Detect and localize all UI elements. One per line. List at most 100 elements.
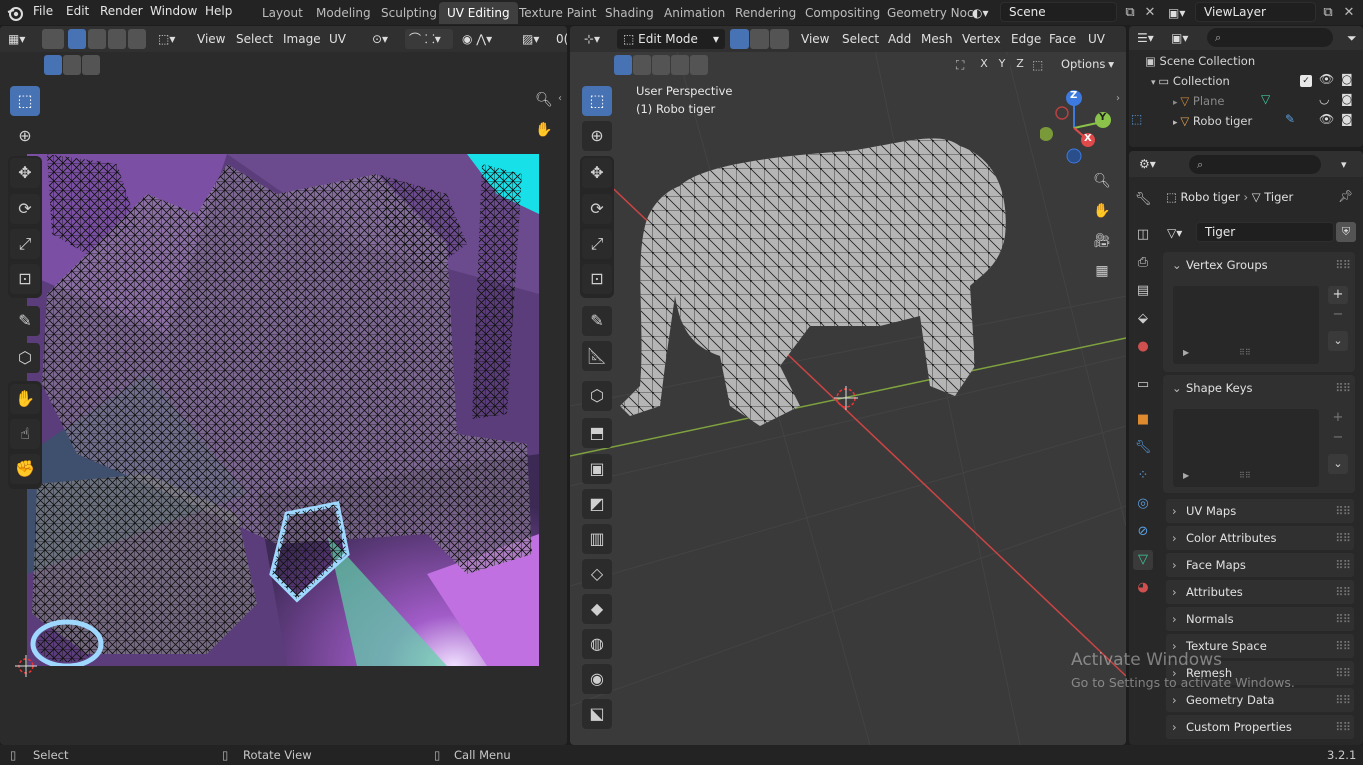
particles-properties-icon[interactable]: ⁘ [1133,466,1153,486]
outliner-search-input[interactable]: ⌕ [1207,28,1333,47]
perspective-toggle-icon[interactable]: ▦ [1090,259,1114,283]
viewport-menu-uv[interactable]: UV [1088,29,1105,49]
mode-select[interactable]: ⬚ Edit Mode ▾ [617,29,725,49]
bevel-tool[interactable]: ◩ [582,489,612,519]
uv-editor[interactable]: ▦▾ ⬚▾ View Select Image UV ⊙▾ ⌒ ⸬▾ ◉ ⋀▾ … [0,26,567,745]
viewport-menu-vertex[interactable]: Vertex [962,29,1001,49]
viewport-select-box-tool[interactable]: ⬚ [582,86,612,116]
drag-handle-icon[interactable]: ⠿⠿ [1335,688,1351,712]
viewport-collapse-icon[interactable]: › [1116,89,1126,109]
geometry-data-panel[interactable]: › Geometry Data ⠿⠿ [1166,688,1354,712]
list-expand-icon[interactable]: ▶ [1183,471,1189,480]
auto-merge-icon[interactable]: ⬚ [1032,56,1050,74]
viewport-move-tool[interactable]: ✥ [582,158,612,188]
properties-options-icon[interactable]: ▾ [1341,155,1357,175]
properties-editor-type-icon[interactable]: ⚙▾ [1139,154,1167,174]
uv-vertex-select-icon[interactable] [68,29,86,49]
render-camera-icon[interactable]: ◙ [1341,92,1353,106]
select-box-tool[interactable]: ⬚ [10,86,40,116]
collection-properties-icon[interactable]: ▭ [1133,375,1153,395]
rip-tool[interactable]: ⬡ [10,343,40,373]
viewport-rotate-tool[interactable]: ⟳ [582,194,612,224]
menu-file[interactable]: File [33,4,53,18]
tab-sculpting[interactable]: Sculpting [373,2,445,24]
drag-handle-icon[interactable]: ⠿⠿ [1335,634,1351,658]
menu-edit[interactable]: Edit [66,4,89,18]
uv-menu-select[interactable]: Select [236,29,273,49]
navigation-gizmo[interactable]: Z Y X [1039,88,1112,164]
uv-maps-panel[interactable]: › UV Maps ⠿⠿ [1166,499,1354,523]
rotate-tool[interactable]: ⟳ [10,194,40,224]
viewport-select-mode-invert[interactable] [671,55,689,75]
pan-hand-icon[interactable]: ✋ [532,118,556,142]
tab-geometry-nodes[interactable]: Geometry Noc [879,2,982,24]
render-camera-icon[interactable]: ◙ [1341,72,1353,86]
tab-rendering[interactable]: Rendering [727,2,804,24]
tab-texture-paint[interactable]: Texture Paint [511,2,604,24]
new-scene-icon[interactable]: ⧉ [1120,3,1140,23]
constraints-properties-icon[interactable]: ⊘ [1133,522,1153,542]
axis-y-toggle[interactable]: Y [994,55,1010,73]
filter-icon[interactable]: ⏷ [1347,28,1363,48]
add-cube-tool[interactable]: ⬡ [582,381,612,411]
outliner-row-scene-collection[interactable]: ▣ Scene Collection [1145,51,1345,71]
color-attributes-panel[interactable]: › Color Attributes ⠿⠿ [1166,526,1354,550]
viewport-select-mode-set[interactable] [614,55,632,75]
loop-cut-tool[interactable]: ▥ [582,524,612,554]
list-resize-icon[interactable]: ⠿⠿ [1239,348,1251,357]
menu-window[interactable]: Window [150,4,197,18]
breadcrumb-object[interactable]: Robo tiger [1181,190,1240,204]
vertex-select-mode-icon[interactable] [730,29,749,49]
viewport-cursor-tool[interactable]: ⊕ [582,121,612,151]
add-shape-key-button[interactable]: + [1328,409,1348,427]
zoom-icon[interactable]: 🔍︎ [532,88,556,112]
grab-tool[interactable]: ✋ [10,384,40,414]
vertex-group-specials-button[interactable]: ⌄ [1328,331,1348,351]
viewport-menu-add[interactable]: Add [888,29,911,49]
modifier-properties-icon[interactable]: 🔧︎ [1133,438,1153,458]
vertex-groups-list[interactable]: ▶ ⠿⠿ [1173,286,1319,364]
tab-layout[interactable]: Layout [254,2,311,24]
breadcrumb-data[interactable]: Tiger [1264,190,1293,204]
uv-sync-icon[interactable] [42,29,64,49]
drag-handle-icon[interactable]: ⠿⠿ [1335,661,1351,685]
smooth-tool[interactable]: ◉ [582,664,612,694]
object-properties-icon[interactable]: ■ [1133,410,1153,430]
add-vertex-group-button[interactable]: + [1328,286,1348,304]
robo-tiger-mesh[interactable] [610,126,1030,436]
scene-field[interactable]: Scene [1000,2,1117,22]
uv-edge-select-icon[interactable] [88,29,106,49]
visibility-eye-icon[interactable]: 👁︎ [1319,112,1334,126]
pin-icon[interactable]: 📌︎ [1338,189,1353,203]
tab-shading[interactable]: Shading [597,2,662,24]
menu-render[interactable]: Render [100,4,143,18]
custom-properties-panel[interactable]: › Custom Properties ⠿⠿ [1166,715,1354,739]
uv-texture-canvas[interactable] [27,154,539,666]
viewport-pan-icon[interactable]: ✋ [1090,199,1114,223]
uv-island-select-icon[interactable] [128,29,146,49]
render-camera-icon[interactable]: ◙ [1341,112,1353,126]
viewport-select-mode-intersect[interactable] [690,55,708,75]
spin-tool[interactable]: ◍ [582,629,612,659]
normals-panel[interactable]: › Normals ⠿⠿ [1166,607,1354,631]
shape-keys-header[interactable]: ⌄ Shape Keys ⠿⠿ [1166,376,1354,400]
axis-x-toggle[interactable]: X [976,55,992,73]
drag-handle-icon[interactable]: ⠿⠿ [1335,580,1351,604]
output-properties-icon[interactable]: ⎙ [1133,253,1153,273]
editor-type-icon[interactable]: ▦▾ [8,29,36,49]
close-scene-icon[interactable]: ✕ [1141,3,1159,23]
2d-cursor-icon[interactable] [15,655,37,677]
scene-icon[interactable]: ◐▾ [972,3,998,23]
drag-handle-icon[interactable]: ⠿⠿ [1335,376,1351,400]
snap-icon[interactable]: ⌒ ⸬▾ [405,29,453,49]
blender-logo-icon[interactable] [6,4,24,22]
vertex-groups-header[interactable]: ⌄ Vertex Groups ⠿⠿ [1166,253,1354,277]
properties-search-input[interactable]: ⌕ [1189,155,1321,174]
sticky-select-icon[interactable]: ⬚▾ [158,29,184,49]
edge-select-mode-icon[interactable] [750,29,769,49]
drag-handle-icon[interactable]: ⠿⠿ [1335,607,1351,631]
viewport-menu-face[interactable]: Face [1049,29,1076,49]
viewport-menu-select[interactable]: Select [842,29,879,49]
outliner-side-icon[interactable]: ⬚ [1131,112,1142,126]
scene-properties-icon[interactable]: ⬙ [1133,309,1153,329]
